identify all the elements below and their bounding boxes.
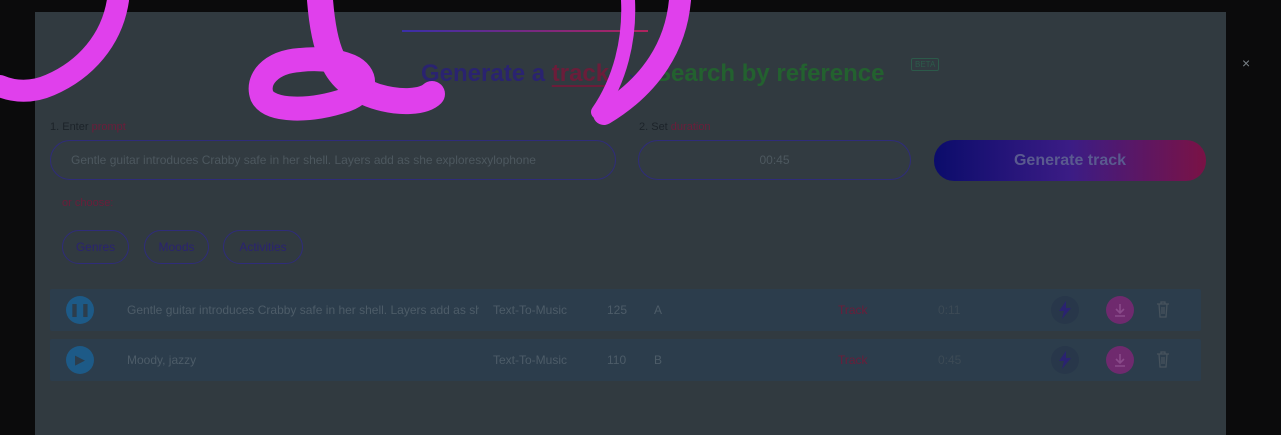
step-prompt-label: 1. Enter prompt (50, 121, 126, 133)
step1-number: 1. Enter (50, 121, 92, 133)
chip-moods[interactable]: Moods (144, 230, 209, 264)
or-choose-label: or choose: (62, 197, 114, 209)
tab-search-by-reference[interactable]: Search by reference (655, 60, 884, 88)
track-type: Text-To-Music (493, 353, 568, 367)
step2-word: duration (670, 121, 711, 133)
generate-track-button[interactable]: Generate track (934, 140, 1206, 181)
track-bpm: 125 (607, 303, 628, 317)
variation-button[interactable] (1051, 346, 1079, 374)
lightning-icon (1059, 301, 1071, 319)
track-row[interactable]: ❚❚ Gentle guitar introduces Crabby safe … (50, 289, 1201, 331)
track-key: B (654, 353, 663, 367)
track-description: Moody, jazzy (127, 353, 197, 367)
lightning-icon (1059, 351, 1071, 369)
play-icon: ▶ (75, 352, 85, 367)
track-kind: Track (838, 303, 868, 317)
close-icon[interactable]: × (1242, 55, 1250, 71)
track-key: A (654, 303, 663, 317)
track-duration: 0:45 (938, 353, 962, 367)
prompt-input[interactable] (50, 140, 616, 180)
trash-icon[interactable] (1156, 350, 1170, 368)
track-row[interactable]: ▶ Moody, jazzy Text-To-Music 110 B Track… (50, 339, 1201, 381)
track-kind: Track (838, 353, 868, 367)
track-type: Text-To-Music (493, 303, 568, 317)
chip-genres[interactable]: Genres (62, 230, 129, 264)
track-duration: 0:11 (938, 303, 961, 317)
tab-generate-highlight: track (551, 60, 610, 87)
download-button[interactable] (1106, 296, 1134, 324)
pause-icon: ❚❚ (69, 302, 91, 317)
download-button[interactable] (1106, 346, 1134, 374)
pause-button[interactable]: ❚❚ (66, 296, 94, 324)
active-tab-underline (402, 30, 648, 32)
trash-icon[interactable] (1156, 300, 1170, 318)
download-icon (1115, 354, 1125, 367)
download-icon (1115, 304, 1125, 317)
track-description: Gentle guitar introduces Crabby safe in … (127, 303, 479, 317)
tab-generate-track[interactable]: Generate a track (421, 60, 609, 88)
step-duration-label: 2. Set duration (639, 121, 711, 133)
chip-activities[interactable]: Activities (223, 230, 303, 264)
track-bpm: 110 (607, 353, 627, 367)
play-button[interactable]: ▶ (66, 346, 94, 374)
chevron-down-icon[interactable]: ⌄ (627, 65, 639, 82)
step1-word: prompt (91, 121, 126, 133)
duration-input[interactable] (638, 140, 911, 180)
tab-generate-prefix: Generate a (421, 60, 552, 87)
beta-badge: BETA (911, 58, 940, 71)
step2-number: 2. Set (639, 121, 671, 133)
variation-button[interactable] (1051, 296, 1079, 324)
